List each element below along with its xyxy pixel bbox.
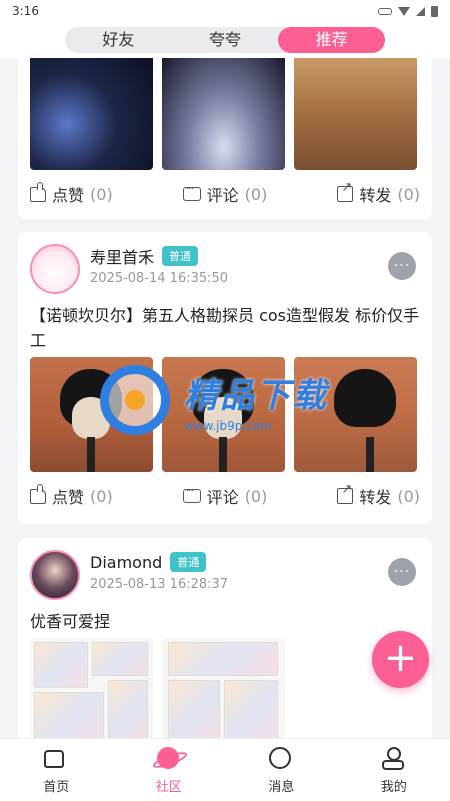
- post-photos: [30, 638, 285, 738]
- status-bar: 3:16: [0, 0, 450, 22]
- like-button[interactable]: 点赞 (0): [30, 181, 113, 206]
- post-text: 优香可爱捏: [30, 612, 111, 631]
- manga-panel: [34, 642, 88, 688]
- tab-label: 社区: [155, 780, 182, 795]
- user-badge: 普通: [162, 246, 199, 266]
- mannequin-stand: [87, 437, 95, 472]
- post-meta: Diamond 普通 2025-08-13 16:28:37: [90, 550, 228, 600]
- post-date: 2025-08-13 16:28:37: [90, 577, 229, 592]
- segment-tabs: 好友 夸夸 推荐: [65, 27, 386, 53]
- mannequin-stand: [366, 437, 374, 472]
- post-photo[interactable]: [162, 58, 285, 170]
- post-photos: [30, 58, 417, 170]
- home-icon: [44, 750, 65, 768]
- comment-button[interactable]: 评论 (0): [182, 182, 268, 206]
- battery-icon: [431, 5, 438, 17]
- avatar[interactable]: [30, 550, 80, 600]
- tab-community[interactable]: 社区: [113, 739, 226, 801]
- watermark: 精品下载 www.jb9p.com: [100, 360, 360, 440]
- mannequin-stand: [219, 437, 227, 472]
- tab-home[interactable]: 首页: [0, 739, 113, 801]
- share-button[interactable]: 转发 (0): [337, 482, 420, 508]
- like-button[interactable]: 点赞 (0): [30, 483, 113, 508]
- share-label: 转发: [359, 186, 392, 205]
- tab-profile[interactable]: 我的: [338, 739, 450, 801]
- share-icon: [337, 482, 354, 504]
- like-count: (0): [90, 486, 113, 506]
- tab-praise[interactable]: 夸夸: [172, 27, 279, 53]
- like-count: (0): [90, 184, 113, 204]
- status-time: 3:16: [12, 4, 39, 18]
- post-photo[interactable]: [30, 638, 153, 738]
- create-post-button[interactable]: +: [372, 631, 429, 688]
- user-badge: 普通: [170, 552, 207, 572]
- manga-panel: [168, 680, 220, 738]
- post-actions: 点赞 (0) 评论 (0) 转发 (0): [30, 482, 420, 508]
- manga-panel: [34, 692, 104, 738]
- tab-label: 我的: [380, 780, 407, 795]
- comment-button[interactable]: 评论 (0): [182, 484, 268, 508]
- post-photo[interactable]: [30, 58, 153, 170]
- comment-icon: [182, 182, 201, 201]
- post-meta: 寿里首禾 普通 2025-08-14 16:35:50: [90, 244, 228, 294]
- watermark-url: www.jb9p.com: [184, 418, 272, 433]
- share-button[interactable]: 转发 (0): [337, 180, 420, 206]
- status-icons: [378, 5, 438, 17]
- profile-icon: [381, 747, 404, 770]
- planet-icon: [156, 747, 179, 769]
- tab-friends[interactable]: 好友: [65, 27, 172, 53]
- manga-panel: [108, 680, 148, 738]
- username[interactable]: 寿里首禾: [90, 244, 154, 268]
- share-label: 转发: [359, 488, 392, 507]
- tab-label: 首页: [43, 780, 70, 795]
- manga-panel: [224, 680, 278, 738]
- share-count: (0): [397, 486, 420, 506]
- like-label: 点赞: [52, 488, 85, 507]
- post-card: Diamond 普通 2025-08-13 16:28:37 ··· 优香可爱捏: [18, 538, 432, 738]
- username[interactable]: Diamond: [90, 553, 162, 572]
- wifi-icon: [398, 6, 410, 16]
- post-header: Diamond 普通 2025-08-13 16:28:37: [30, 550, 228, 600]
- post-photo[interactable]: [294, 58, 417, 170]
- comment-label: 评论: [206, 186, 239, 205]
- top-bar: 好友 夸夸 推荐: [0, 22, 450, 58]
- post-text: 【诺顿坎贝尔】第五人格勘探员 cos造型假发 标价仅手工: [30, 306, 420, 350]
- comment-label: 评论: [206, 488, 239, 507]
- bottom-tab-bar: 首页 社区 消息 我的: [0, 738, 450, 801]
- tab-label: 消息: [268, 780, 295, 795]
- comment-icon: [182, 484, 201, 503]
- like-label: 点赞: [52, 186, 85, 205]
- avatar[interactable]: [30, 244, 80, 294]
- post-photo[interactable]: [162, 638, 285, 738]
- post-header: 寿里首禾 普通 2025-08-14 16:35:50: [30, 244, 228, 294]
- manga-panel: [168, 642, 278, 676]
- signal-icon: [416, 6, 425, 16]
- tab-messages[interactable]: 消息: [225, 739, 338, 801]
- thumbs-up-icon: [30, 483, 46, 504]
- comment-count: (0): [244, 184, 268, 204]
- more-options-button[interactable]: ···: [388, 558, 416, 586]
- more-options-button[interactable]: ···: [388, 252, 416, 280]
- share-icon: [337, 180, 354, 202]
- thumbs-up-icon: [30, 181, 46, 202]
- manga-panel: [92, 642, 148, 676]
- share-count: (0): [397, 184, 420, 204]
- post-date: 2025-08-14 16:35:50: [90, 271, 229, 286]
- post-card: 点赞 (0) 评论 (0) 转发 (0): [18, 58, 432, 219]
- tab-recommend[interactable]: 推荐: [278, 27, 386, 53]
- message-icon: [269, 747, 292, 769]
- comment-count: (0): [244, 486, 268, 506]
- watermark-logo-icon: [100, 365, 170, 435]
- watermark-title: 精品下载: [184, 375, 328, 416]
- vpn-key-icon: [378, 7, 392, 15]
- post-actions: 点赞 (0) 评论 (0) 转发 (0): [30, 180, 420, 206]
